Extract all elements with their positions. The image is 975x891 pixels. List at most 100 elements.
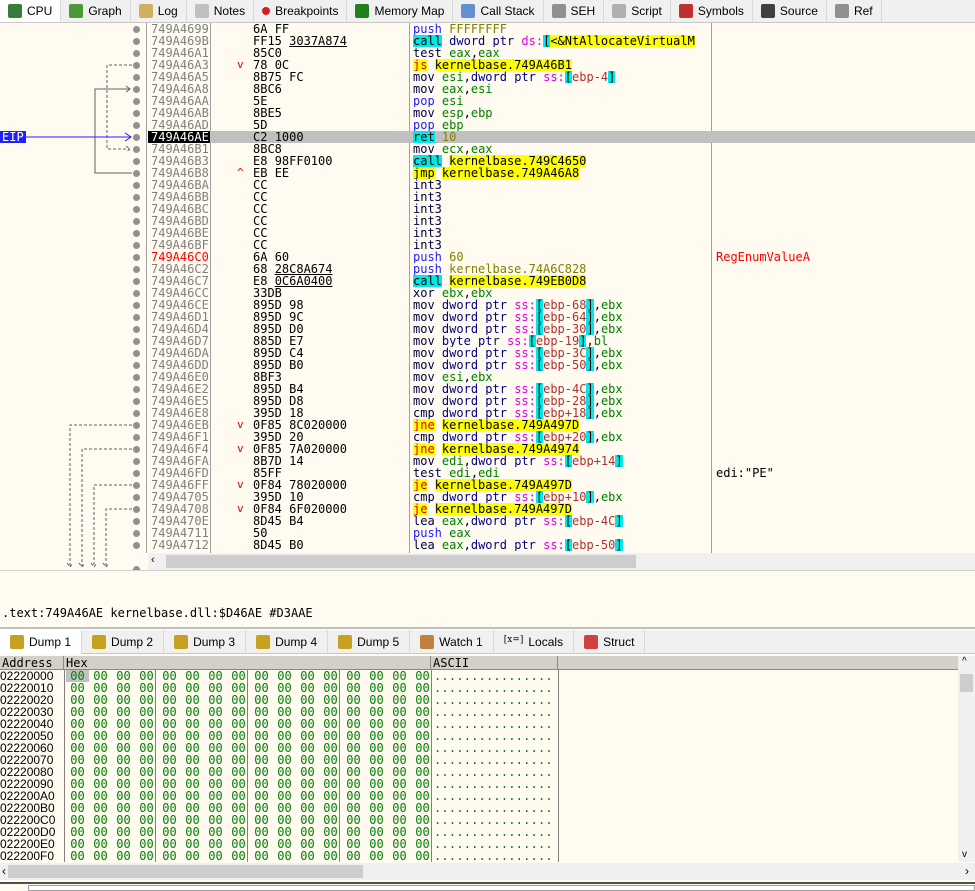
tab-ref[interactable]: Ref [827, 0, 882, 22]
disassembly-row[interactable]: 749A46E5 895D D8 mov dword ptr ss:[ebp-28]… [0, 395, 975, 407]
disassembly-row[interactable]: 749A46F1 395D 20 cmp dword ptr ss:[ebp+20]… [0, 431, 975, 443]
disassembly-view[interactable]: 749A4699 6A FF push FFFFFFFF 749A469B FF15 3… [0, 23, 975, 570]
disassembly-row[interactable]: 749A4711 50 push eax [0, 527, 975, 539]
tab-locals[interactable]: [x=] Locals [494, 630, 575, 654]
disassembly-row[interactable]: 749A46B8 ^ EB EE jmp kernelbase.749A46A8 [0, 167, 975, 179]
tab-watch-1[interactable]: Watch 1 [410, 630, 494, 654]
tab-notes[interactable]: Notes [187, 0, 255, 22]
scrollbar-thumb[interactable] [8, 865, 363, 878]
disassembly-row[interactable]: 749A46AB 8BE5 mov esp,ebp [0, 107, 975, 119]
disassembly-row[interactable]: 749A46A1 85C0 test eax,eax [0, 47, 975, 59]
instruction-mnemonic: pop [413, 119, 435, 131]
splitter[interactable] [0, 627, 975, 629]
disassembly-row[interactable]: 749A46BB CC int3 [0, 191, 975, 203]
disassembly-row[interactable]: 749A46CC 33DB xor ebx,ebx [0, 287, 975, 299]
hex-byte[interactable]: 00 [66, 850, 89, 862]
hex-byte[interactable]: 00 [89, 850, 112, 862]
disassembly-row[interactable]: 749A4699 6A FF push FFFFFFFF [0, 23, 975, 35]
tab-dump-1[interactable]: Dump 1 [0, 630, 83, 654]
tab-log[interactable]: Log [131, 0, 187, 22]
disassembly-row[interactable]: 749A46FF v 0F84 78020000 je kernelbase.749A… [0, 479, 975, 491]
disassembly-row[interactable]: 749A46AD 5D pop ebp [0, 119, 975, 131]
tab-source[interactable]: Source [753, 0, 827, 22]
tab-dump-5[interactable]: Dump 5 [328, 630, 411, 654]
tab-dump-4[interactable]: Dump 4 [246, 630, 329, 654]
disassembly-row[interactable]: 749A46B1 8BC8 mov ecx,eax [0, 143, 975, 155]
disassembly-row[interactable]: 749A4708 v 0F84 6F020000 je kernelbase.749A… [0, 503, 975, 515]
hex-byte[interactable]: 00 [158, 850, 181, 862]
disassembly-row[interactable]: 749A46C0 6A 60 push 60 RegEnumValueA [0, 251, 975, 263]
disassembly-row[interactable]: 749A46A8 8BC6 mov eax,esi [0, 83, 975, 95]
hex-byte[interactable]: 00 [250, 850, 273, 862]
scroll-left-icon[interactable]: ‹ [2, 864, 6, 878]
tab-graph[interactable]: Graph [61, 0, 131, 22]
operand [435, 299, 442, 311]
tab-breakpoints[interactable]: Breakpoints [254, 0, 348, 22]
scrollbar-thumb[interactable] [166, 555, 636, 568]
tab-memory-map[interactable]: Memory Map [347, 0, 454, 22]
disassembly-row[interactable]: 749A46EB v 0F85 8C020000 jne kernelbase.749… [0, 419, 975, 431]
disassembly-row[interactable]: 749A469B FF15 3037A874 call dword ptr ds:[… [0, 35, 975, 47]
disassembly-row[interactable]: 749A470E 8D45 B4 lea eax,dword ptr ss:[ebp… [0, 515, 975, 527]
scroll-up-icon[interactable]: ^ [962, 656, 967, 667]
dump-vertical-scrollbar[interactable]: ^ v [958, 656, 975, 862]
disassembly-row[interactable]: 749A46E8 395D 18 cmp dword ptr ss:[ebp+18]… [0, 407, 975, 419]
instruction-mnemonic: je [413, 503, 428, 515]
disassembly-row[interactable]: 749A46A5 8B75 FC mov esi,dword ptr ss:[ebp… [0, 71, 975, 83]
register: esi [441, 95, 464, 107]
hex-byte[interactable]: 00 [365, 850, 388, 862]
disassembly-row[interactable]: 749A46BD CC int3 [0, 215, 975, 227]
disassembly-row[interactable]: 749A4705 395D 10 cmp dword ptr ss:[ebp+10]… [0, 491, 975, 503]
disassembly-row[interactable]: 749A46B3 E8 98FF0100 call kernelbase.749C4… [0, 155, 975, 167]
disassembly-row[interactable]: 749A46E0 8BF3 mov esi,ebx [0, 371, 975, 383]
ascii-text: ................ [434, 849, 553, 862]
disassembly-row[interactable]: 749A46C2 68 28C8A674 push kernelbase.74A6C… [0, 263, 975, 275]
tab-struct[interactable]: Struct [574, 630, 646, 654]
disassembly-row[interactable]: 749A46BF CC int3 [0, 239, 975, 251]
tab-dump-3[interactable]: Dump 3 [164, 630, 247, 654]
hex-byte[interactable]: 00 [181, 850, 204, 862]
disassembly-row[interactable]: 749A46A3 v 78 0C js kernelbase.749A46B1 [0, 59, 975, 71]
disassembly-row[interactable]: 749A46BC CC int3 [0, 203, 975, 215]
hex-byte[interactable]: 00 [296, 850, 319, 862]
disassembly-row[interactable]: 749A46CE 895D 98 mov dword ptr ss:[ebp-68]… [0, 299, 975, 311]
dump-row[interactable]: 022200F0 00 00 00 00 00 00 00 00 00 00 00 00 00 00 00 00… [0, 850, 958, 862]
hex-byte[interactable]: 00 [388, 850, 411, 862]
hex-byte[interactable]: 00 [204, 850, 227, 862]
dump-horizontal-scrollbar[interactable]: ‹ › [0, 863, 975, 880]
disassembly-row[interactable]: 749A46D1 895D 9C mov dword ptr ss:[ebp-64]… [0, 311, 975, 323]
disassembly-row[interactable]: 749A46E2 895D B4 mov dword ptr ss:[ebp-4C]… [0, 383, 975, 395]
tab-call-stack[interactable]: Call Stack [453, 0, 544, 22]
disassembly-row[interactable]: 749A46D4 895D D0 mov dword ptr ss:[ebp-30]… [0, 323, 975, 335]
disassembly-row[interactable]: 749A46BE CC int3 [0, 227, 975, 239]
scrollbar-thumb[interactable] [960, 674, 973, 692]
column-header-hex[interactable]: Hex [64, 656, 431, 670]
disassembly-row[interactable]: 749A46AE C2 1000 ret 10 [0, 131, 975, 143]
scroll-right-icon[interactable]: › [965, 864, 969, 878]
instruction-mnemonic: push [413, 251, 442, 263]
disassembly-row[interactable]: 749A46F4 v 0F85 7A020000 jne kernelbase.749… [0, 443, 975, 455]
tab-dump-2[interactable]: Dump 2 [82, 630, 165, 654]
disassembly-row[interactable]: 749A46DA 895D C4 mov dword ptr ss:[ebp-3C]… [0, 347, 975, 359]
hex-byte[interactable]: 00 [273, 850, 296, 862]
disassembly-row[interactable]: 749A4712 8D45 B0 lea eax,dword ptr ss:[ebp… [0, 539, 975, 551]
column-header-address[interactable]: Address [0, 656, 64, 670]
disassembly-row[interactable]: 749A46AA 5E pop esi [0, 95, 975, 107]
disassembly-row[interactable]: 749A46C7 E8 0C6A0400 call kernelbase.749EB… [0, 275, 975, 287]
disassembly-row[interactable]: 749A46FA 8B7D 14 mov edi,dword ptr ss:[ebp… [0, 455, 975, 467]
column-header-ascii[interactable]: ASCII [431, 656, 558, 670]
disassembly-row[interactable]: 749A46FD 85FF test edi,edi edi:"PE" [0, 467, 975, 479]
tab-cpu[interactable]: CPU [0, 0, 62, 22]
disassembly-row[interactable]: 749A46D7 885D E7 mov byte ptr ss:[ebp-19],… [0, 335, 975, 347]
hex-byte[interactable]: 00 [342, 850, 365, 862]
disassembly-horizontal-scrollbar[interactable]: ‹ [148, 553, 975, 570]
tab-seh[interactable]: SEH [544, 0, 605, 22]
tab-script[interactable]: Script [604, 0, 671, 22]
tab-symbols[interactable]: Symbols [671, 0, 753, 22]
disassembly-row[interactable]: 749A46DD 895D B0 mov dword ptr ss:[ebp-50]… [0, 359, 975, 371]
command-input[interactable] [28, 885, 975, 891]
hex-byte[interactable]: 00 [112, 850, 135, 862]
scroll-left-icon[interactable]: ‹ [151, 554, 155, 566]
scroll-down-icon[interactable]: v [962, 849, 967, 860]
disassembly-row[interactable]: 749A46BA CC int3 [0, 179, 975, 191]
